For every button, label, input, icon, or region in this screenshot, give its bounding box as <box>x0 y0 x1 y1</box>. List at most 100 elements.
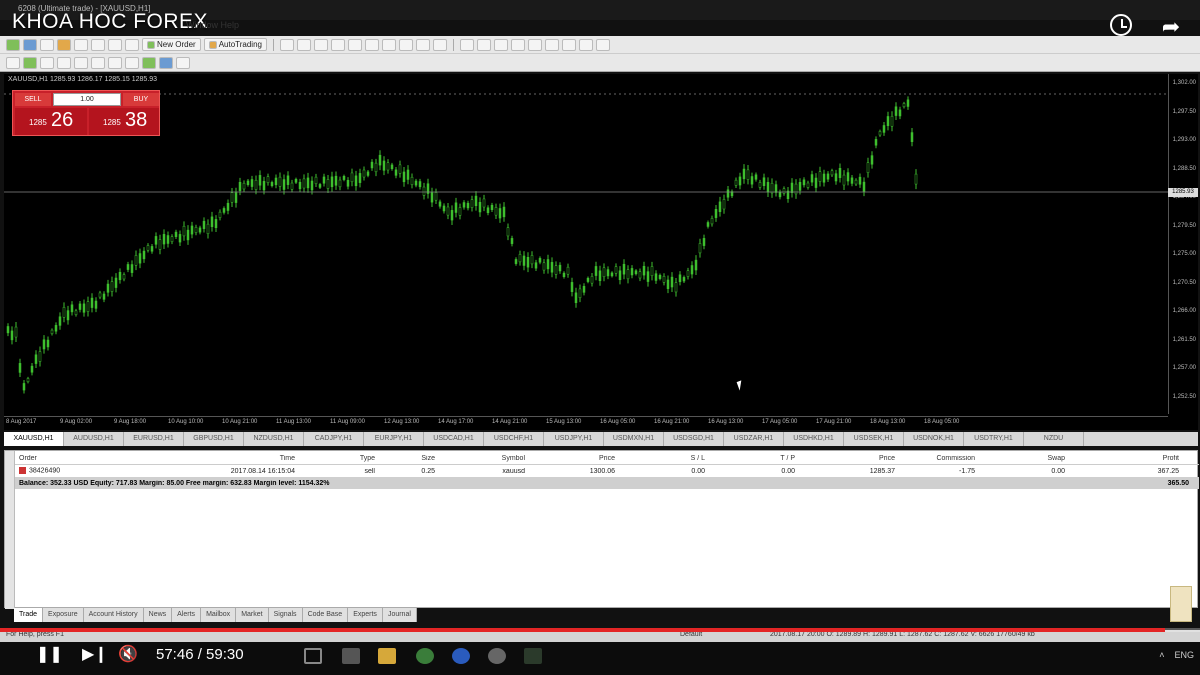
tray-chevron-icon[interactable]: ˄ <box>1159 650 1164 660</box>
cursor-icon[interactable] <box>279 38 294 51</box>
buy-price[interactable]: 1285 38 <box>89 108 159 135</box>
symbol-tab[interactable]: USDTRY,H1 <box>964 432 1024 446</box>
symbol-tab[interactable]: USDCHF,H1 <box>484 432 544 446</box>
tester-icon[interactable] <box>125 38 139 51</box>
symbol-tab[interactable]: USDSEK,H1 <box>844 432 904 446</box>
col-order[interactable]: Order <box>15 455 135 462</box>
tray-language[interactable]: ENG <box>1174 650 1194 660</box>
zoom-out-icon[interactable] <box>74 56 88 69</box>
trendline-icon[interactable] <box>347 38 362 51</box>
chart-icon[interactable] <box>40 38 54 51</box>
navigator-icon[interactable] <box>91 38 105 51</box>
terminal-tab[interactable]: Code Base <box>303 608 349 622</box>
symbol-tab[interactable]: GBPUSD,H1 <box>184 432 244 446</box>
period-h4-icon[interactable] <box>544 38 559 51</box>
text-icon[interactable] <box>398 38 413 51</box>
chart-shift-icon[interactable] <box>125 56 139 69</box>
label-icon[interactable] <box>415 38 430 51</box>
app-blue-icon[interactable] <box>452 648 470 664</box>
symbol-tab[interactable]: USDNOK,H1 <box>904 432 964 446</box>
period-h1-icon[interactable] <box>527 38 542 51</box>
symbol-tab[interactable]: EURUSD,H1 <box>124 432 184 446</box>
camera-icon[interactable] <box>342 648 360 664</box>
watch-later-icon[interactable] <box>1110 14 1132 36</box>
col-price[interactable]: Price <box>525 455 615 462</box>
terminal-tab[interactable]: Market <box>236 608 269 622</box>
terminal-tab[interactable]: Account History <box>84 608 144 622</box>
symbol-tab[interactable]: USDHKD,H1 <box>784 432 844 446</box>
terminal-tab[interactable]: Journal <box>383 608 417 622</box>
bar-chart-icon[interactable] <box>6 56 20 69</box>
terminal-app-icon[interactable] <box>524 648 542 664</box>
terminal-icon[interactable] <box>108 38 122 51</box>
symbol-tab[interactable]: USDJPY,H1 <box>544 432 604 446</box>
terminal-tab[interactable]: Experts <box>348 608 383 622</box>
scrollbar-thumb[interactable] <box>1170 586 1192 622</box>
col-type[interactable]: Type <box>295 455 375 462</box>
menu-bar[interactable]: Window Help <box>186 20 239 30</box>
file-explorer-icon[interactable] <box>378 648 396 664</box>
table-row[interactable]: 38426490 2017.08.14 16:15:04 sell 0.25 x… <box>15 465 1199 477</box>
crosshair-icon[interactable] <box>296 38 311 51</box>
price-scale[interactable]: 1,302.00 1,297.50 1,293.00 1,288.50 1,284.00… <box>1168 74 1198 414</box>
period-m30-icon[interactable] <box>510 38 525 51</box>
symbol-tab[interactable]: XAUUSD,H1 <box>4 432 64 446</box>
symbol-tab[interactable]: USDZAR,H1 <box>724 432 784 446</box>
indicators-icon[interactable] <box>142 56 156 69</box>
terminal-tab[interactable]: Mailbox <box>201 608 237 622</box>
periods-icon[interactable] <box>159 56 173 69</box>
period-m15-icon[interactable] <box>493 38 508 51</box>
next-icon[interactable]: ▶❙ <box>82 644 108 664</box>
period-w1-icon[interactable] <box>578 38 593 51</box>
col-profit[interactable]: Profit <box>1065 455 1185 462</box>
period-m1-icon[interactable] <box>459 38 474 51</box>
col-current-price[interactable]: Price <box>795 455 895 462</box>
buy-button[interactable]: BUY <box>123 93 159 106</box>
zoom-in-icon[interactable] <box>57 56 71 69</box>
terminal-tab[interactable]: Exposure <box>43 608 84 622</box>
autoscroll-icon[interactable] <box>108 56 122 69</box>
period-m5-icon[interactable] <box>476 38 491 51</box>
line-chart-icon[interactable] <box>40 56 54 69</box>
chrome-icon[interactable] <box>416 648 434 664</box>
taskview-icon[interactable] <box>304 648 322 664</box>
col-size[interactable]: Size <box>375 455 435 462</box>
tile-windows-icon[interactable] <box>91 56 105 69</box>
terminal-tab[interactable]: Alerts <box>172 608 202 622</box>
channel-icon[interactable] <box>364 38 379 51</box>
market-watch-icon[interactable] <box>57 38 71 51</box>
col-symbol[interactable]: Symbol <box>435 455 525 462</box>
col-commission[interactable]: Commission <box>895 455 975 462</box>
period-mn-icon[interactable] <box>595 38 610 51</box>
price-chart[interactable]: XAUUSD,H1 1285.93 1286.17 1285.15 1285.9… <box>4 74 1198 430</box>
balance-row[interactable]: Balance: 352.33 USD Equity: 717.83 Margi… <box>15 477 1199 489</box>
terminal-tab[interactable]: Trade <box>14 608 44 622</box>
symbol-tab[interactable]: USDMXN,H1 <box>604 432 664 446</box>
sell-button[interactable]: SELL <box>15 93 51 106</box>
symbol-tab[interactable]: USDSGD,H1 <box>664 432 724 446</box>
symbol-tab[interactable]: USDCAD,H1 <box>424 432 484 446</box>
new-order-button[interactable]: New Order <box>142 38 201 51</box>
pause-icon[interactable]: ❚❚ <box>36 644 63 664</box>
new-chart-icon[interactable] <box>6 38 20 51</box>
mute-icon[interactable]: 🔇 <box>118 644 138 664</box>
col-tp[interactable]: T / P <box>705 455 795 462</box>
sell-price[interactable]: 1285 26 <box>15 108 87 135</box>
templates-icon[interactable] <box>176 56 190 69</box>
col-swap[interactable]: Swap <box>975 455 1065 462</box>
vertical-line-icon[interactable] <box>313 38 328 51</box>
autotrading-button[interactable]: AutoTrading <box>203 38 267 51</box>
symbol-tab[interactable]: NZDUSD,H1 <box>244 432 304 446</box>
profiles-icon[interactable] <box>23 38 37 51</box>
symbol-tab[interactable]: NZDU <box>1024 432 1084 446</box>
period-d1-icon[interactable] <box>561 38 576 51</box>
data-window-icon[interactable] <box>74 38 88 51</box>
terminal-tab[interactable]: News <box>144 608 173 622</box>
horizontal-line-icon[interactable] <box>330 38 345 51</box>
terminal-tab[interactable]: Signals <box>269 608 303 622</box>
candlestick-icon[interactable] <box>23 56 37 69</box>
symbol-tab[interactable]: CADJPY,H1 <box>304 432 364 446</box>
lot-size-input[interactable]: 1.00 <box>53 93 121 106</box>
col-sl[interactable]: S / L <box>615 455 705 462</box>
symbol-tab[interactable]: EURJPY,H1 <box>364 432 424 446</box>
